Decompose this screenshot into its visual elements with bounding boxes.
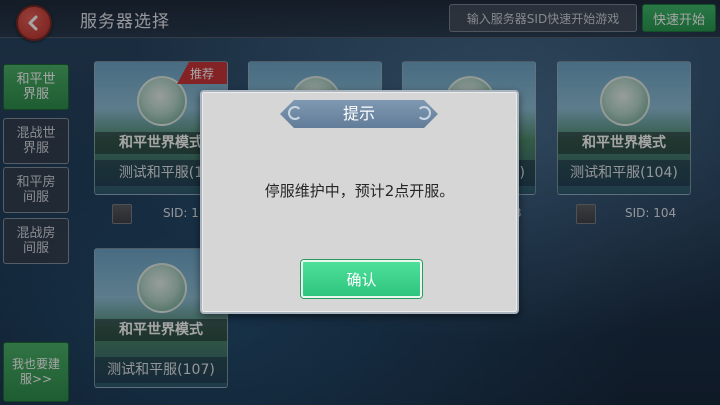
dialog-title: 提示 [342, 104, 375, 123]
notice-dialog: 提示 停服维护中，预计2点开服。 确认 [200, 90, 519, 314]
confirm-button[interactable]: 确认 [301, 260, 422, 298]
dialog-message: 停服维护中，预计2点开服。 [264, 182, 455, 200]
